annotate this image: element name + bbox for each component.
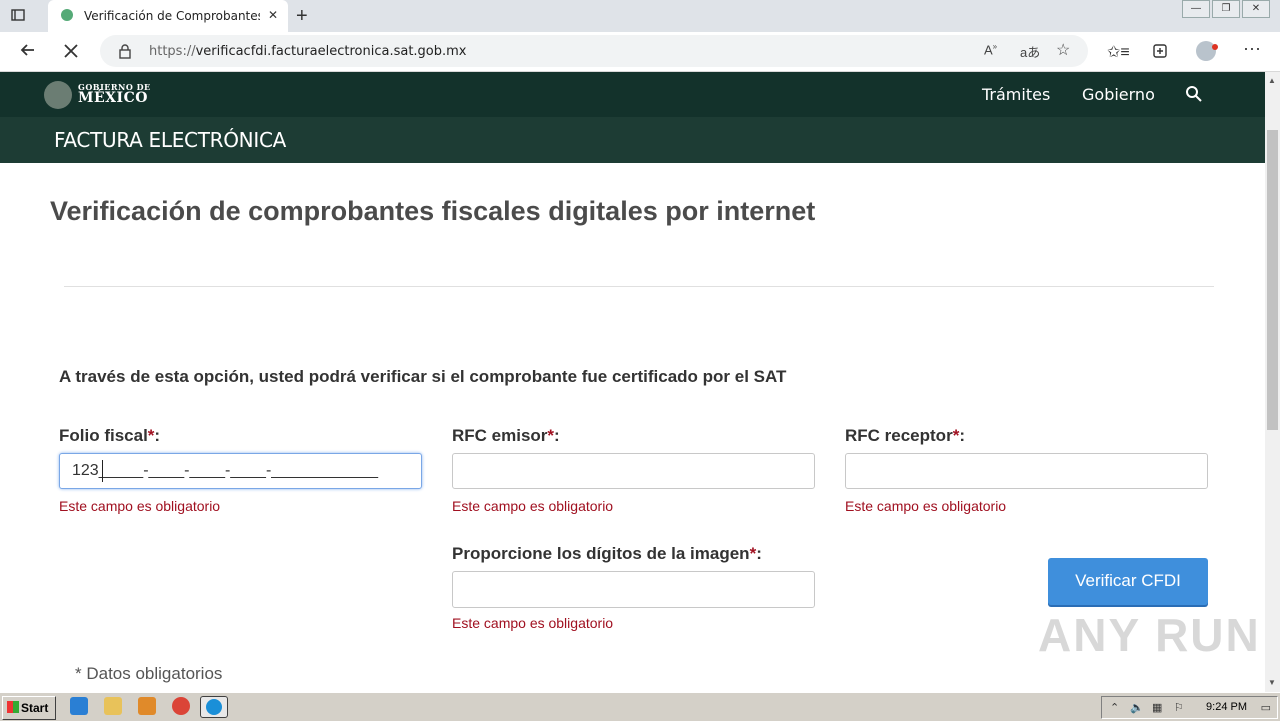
page-title: Verificación de comprobantes fiscales di… [50, 196, 816, 226]
collections-icon[interactable] [1151, 42, 1169, 60]
start-label: Start [21, 701, 49, 715]
scroll-thumb[interactable] [1267, 130, 1278, 430]
text-caret [102, 460, 103, 482]
restore-button[interactable]: ❐ [1212, 0, 1240, 18]
new-tab-button[interactable]: + [296, 5, 308, 28]
gob-emblem-logo[interactable] [44, 81, 72, 109]
sub-header: FACTURA ELECTRÓNICA [0, 117, 1265, 163]
minimize-button[interactable]: — [1182, 0, 1210, 18]
window-controls: — ❐ ✕ [1180, 0, 1270, 18]
divider [64, 286, 1214, 287]
edge-icon [206, 699, 222, 715]
rfc-emisor-input[interactable] [452, 453, 815, 489]
rfc-receptor-error: Este campo es obligatorio [845, 498, 1007, 514]
rfc-emisor-label: RFC emisor*: [452, 426, 560, 445]
anyrun-watermark: ANY RUN [1038, 609, 1261, 661]
tab-title: Verificación de Comprobantes Fi [84, 9, 260, 23]
browser-toolbar: https://verificacfdi.facturaelectronica.… [0, 32, 1280, 72]
start-button[interactable]: Start [2, 696, 56, 720]
nav-tramites[interactable]: Trámites [982, 85, 1050, 104]
add-favorite-icon[interactable]: ☆ [1056, 40, 1070, 60]
captcha-input[interactable] [452, 571, 815, 608]
captcha-label: Proporcione los dígitos de la imagen*: [452, 544, 762, 563]
media-player-icon[interactable] [138, 697, 156, 715]
captcha-error: Este campo es obligatorio [452, 615, 614, 631]
show-desktop-icon[interactable]: ▭ [1261, 701, 1271, 714]
folio-label: Folio fiscal*: [59, 426, 161, 445]
profile-status-dot [1212, 44, 1218, 50]
required-note: * Datos obligatorios [75, 664, 223, 683]
more-icon[interactable]: ··· [1243, 38, 1261, 59]
gob-header: GOBIERNO DE MÉXICO Trámites Gobierno [0, 72, 1265, 117]
gob-logo-line2: MÉXICO [78, 90, 148, 106]
section-title: FACTURA ELECTRÓNICA [54, 128, 286, 152]
page-favicon-icon [61, 9, 73, 21]
action-center-icon[interactable]: ⚐ [1174, 701, 1184, 714]
url-text[interactable]: https://verificacfdi.facturaelectronica.… [149, 44, 467, 59]
intro-text: A través de esta opción, usted podrá ver… [59, 367, 787, 386]
back-icon[interactable] [18, 40, 38, 60]
lock-icon[interactable] [118, 43, 132, 59]
clock[interactable]: 9:24 PM [1206, 701, 1247, 713]
close-tab-icon[interactable]: ✕ [268, 8, 278, 22]
tab-strip: Verificación de Comprobantes Fi ✕ + — ❐ … [0, 0, 1280, 32]
folio-error: Este campo es obligatorio [59, 498, 221, 514]
ie-icon[interactable] [70, 697, 88, 715]
volume-icon[interactable]: 🔈 [1130, 701, 1144, 714]
folio-fiscal-input[interactable]: 123_____-____-____-____-____________ [59, 453, 422, 489]
taskbar: Start ⌃ 🔈 ▦ ⚐ 9:24 PM ▭ [0, 692, 1280, 721]
url-scheme: https:// [149, 44, 196, 59]
windows-logo-icon [7, 701, 19, 713]
url-domain: verificacfdi.facturaelectronica.sat.gob.… [195, 44, 467, 59]
edge-taskbar-button[interactable] [200, 696, 228, 718]
chrome-icon[interactable] [172, 697, 190, 715]
favorites-icon[interactable]: ✩≡ [1107, 42, 1130, 62]
translate-icon[interactable]: aあ [1020, 42, 1040, 61]
folio-fiscal-value: 123_____-____-____-____-____________ [72, 462, 379, 479]
tray-expand-icon[interactable]: ⌃ [1110, 701, 1119, 714]
window-icon[interactable] [10, 7, 26, 23]
search-icon[interactable] [1185, 85, 1203, 103]
rfc-emisor-error: Este campo es obligatorio [452, 498, 614, 514]
browser-tab[interactable]: Verificación de Comprobantes Fi ✕ [48, 0, 288, 32]
explorer-icon[interactable] [104, 697, 122, 715]
rfc-receptor-input[interactable] [845, 453, 1208, 489]
address-bar[interactable]: https://verificacfdi.facturaelectronica.… [100, 35, 1088, 67]
system-tray: ⌃ 🔈 ▦ ⚐ 9:24 PM ▭ [1101, 696, 1278, 719]
network-icon[interactable]: ▦ [1152, 701, 1162, 714]
scroll-up-arrow[interactable]: ▲ [1268, 76, 1276, 85]
verificar-cfdi-button[interactable]: Verificar CFDI [1048, 558, 1208, 605]
read-aloud-icon[interactable]: A» [984, 42, 997, 57]
scroll-down-arrow[interactable]: ▼ [1268, 678, 1276, 687]
close-window-button[interactable]: ✕ [1242, 0, 1270, 18]
page-scrollbar[interactable]: ▲ ▼ [1265, 72, 1280, 692]
nav-gobierno[interactable]: Gobierno [1082, 85, 1155, 104]
rfc-receptor-label: RFC receptor*: [845, 426, 965, 445]
stop-icon[interactable] [62, 42, 80, 60]
